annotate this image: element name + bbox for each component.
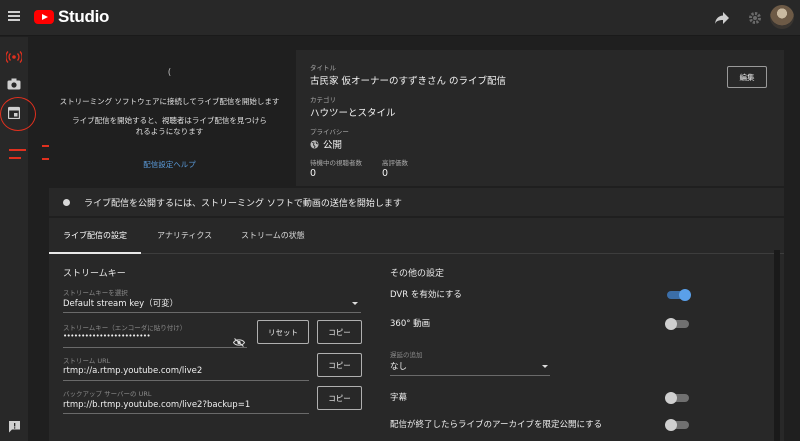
globe-icon [310,140,319,148]
privacy-status: 公開 [323,140,343,151]
stream-title: 古民家 仮オーナーのすずきさん のライブ配信 [310,76,507,87]
top-bar: Studio [0,0,800,36]
likes-label: 高評価数 [382,159,408,167]
stream-category: ハウツーとスタイル [310,108,396,119]
stream-settings-panel: ライブ配信の設定 アナリティクス ストリームの状態 ストリームキー ストリームキ… [49,218,784,441]
stream-key-field[interactable]: •••••••••••••••••••••••• [63,332,151,340]
settings-scrollbar[interactable] [774,250,780,441]
status-message: ライブ配信を公開するには、ストリーミング ソフトで動画の送信を開始します [84,198,402,209]
other-settings-title: その他の設定 [390,269,445,279]
annotation-circle [0,97,36,131]
stream-settings-help-link[interactable]: 配信設定ヘルプ [49,159,290,170]
status-indicator-icon [63,198,70,206]
latency-underline [390,375,550,376]
url-underline [63,380,309,381]
backup-url-field[interactable]: rtmp://b.rtmp.youtube.com/live2?backup=1 [63,400,250,410]
unlisted-after-stream-label: 配信が終了したらライブのアーカイブを限定公開にする [390,420,603,430]
unlisted-after-stream-toggle[interactable] [665,419,689,431]
tab-stream-settings[interactable]: ライブ配信の設定 [63,230,127,241]
captions-toggle[interactable] [665,392,689,404]
youtube-studio-logo[interactable]: Studio [34,7,109,27]
app-name: Studio [58,7,110,26]
waiting-viewers-count: 0 [310,168,317,179]
360-video-label: 360° 動画 [390,319,431,329]
visibility-off-icon[interactable] [232,332,246,351]
menu-icon[interactable] [8,11,20,21]
feedback-icon[interactable] [5,417,23,435]
loading-spinner-icon: ( [167,68,172,78]
dvr-label: DVR を有効にする [390,290,462,300]
camera-icon[interactable] [5,75,23,93]
preview-message: ストリーミング ソフトウェアに接続してライブ配信を開始します [59,97,280,106]
stream-info-panel: タイトル 古民家 仮オーナーのすずきさん のライブ配信 カテゴリ ハウツーとスタ… [296,50,784,186]
preview-message-detail: ライブ配信を開始すると、視聴者はライブ配信を見つけられるようになります [72,116,267,136]
live-stream-icon[interactable] [5,48,23,66]
key-underline [63,347,247,348]
stream-preview: ( ストリーミング ソフトウェアに接続してライブ配信を開始します ライブ配信を開… [49,50,290,186]
settings-gear-icon[interactable] [745,8,765,28]
backup-underline [63,413,309,414]
copy-url-button[interactable]: コピー [317,353,362,377]
chevron-down-icon[interactable] [352,302,358,305]
stream-url-label: ストリーム URL [63,357,111,365]
tab-analytics[interactable]: アナリティクス [157,230,212,241]
latency-select[interactable]: なし [390,360,407,372]
privacy-label: プライバシー [310,128,349,136]
select-underline [63,312,361,313]
active-tab-indicator [49,252,141,254]
category-label: カテゴリ [310,96,336,104]
360-video-toggle[interactable] [665,318,689,330]
dvr-toggle[interactable] [667,289,691,301]
backup-url-label: バックアップ サーバーの URL [63,390,152,398]
waiting-viewers-label: 待機中の視聴者数 [310,159,362,167]
account-avatar[interactable] [770,5,794,29]
latency-label: 遅延の追加 [390,351,423,359]
copy-backup-button[interactable]: コピー [317,386,362,410]
title-label: タイトル [310,64,336,72]
stream-status-bar: ライブ配信を公開するには、ストリーミング ソフトで動画の送信を開始します [49,188,784,216]
reset-button[interactable]: リセット [257,320,309,344]
tab-stream-health[interactable]: ストリームの状態 [241,230,305,241]
settings-tabs: ライブ配信の設定 アナリティクス ストリームの状態 [49,218,784,254]
chevron-down-icon[interactable] [542,365,548,368]
stream-url-field[interactable]: rtmp://a.rtmp.youtube.com/live2 [63,366,202,376]
edit-button[interactable]: 編集 [727,66,767,88]
copy-key-button[interactable]: コピー [317,320,362,344]
left-nav-rail [0,37,36,441]
stream-key-label: ストリームキー（エンコーダに貼り付け） [63,324,187,332]
stream-key-select[interactable]: Default stream key（可変） [63,297,178,309]
likes-count: 0 [382,168,389,179]
annotation-line [9,157,21,159]
stream-key-select-label: ストリームキーを選択 [63,289,128,297]
annotation-line [9,149,26,151]
youtube-logo-icon [34,10,54,24]
captions-label: 字幕 [390,393,408,403]
share-icon[interactable] [712,8,732,28]
stream-key-section-title: ストリームキー [63,269,126,279]
